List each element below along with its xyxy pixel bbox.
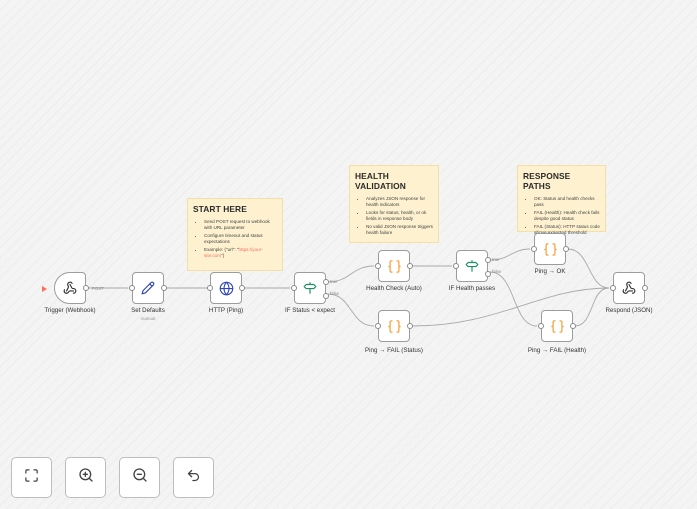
output-handle[interactable] bbox=[407, 323, 413, 329]
input-handle[interactable] bbox=[453, 263, 459, 269]
edge-ifhealth-false-failhealth bbox=[489, 271, 538, 327]
code-braces-icon bbox=[543, 242, 558, 257]
sticky-item: Example: {"url": "https://your-site.com"… bbox=[204, 247, 277, 259]
output-handle[interactable] bbox=[239, 285, 245, 291]
sticky-start-here[interactable]: START HERE Send POST request to webhook … bbox=[187, 198, 283, 271]
node-label: IF Status < expect bbox=[284, 307, 336, 314]
edge-failhealth-respond bbox=[574, 287, 610, 327]
sticky-item: OK: Status and health checks pass bbox=[534, 196, 600, 208]
webhook-icon bbox=[63, 281, 77, 295]
workflow-connections bbox=[88, 248, 610, 327]
output-handle[interactable] bbox=[407, 263, 413, 269]
output-handle-true[interactable] bbox=[485, 257, 491, 263]
zoom-out-icon bbox=[132, 467, 148, 488]
node-label: Health Check (Auto) bbox=[366, 285, 422, 292]
edge-label-true: true bbox=[330, 279, 338, 284]
undo-icon bbox=[186, 468, 201, 488]
sticky-item: Looks for status, health, or ok fields i… bbox=[366, 210, 433, 222]
edge-failstatus-respond bbox=[411, 287, 610, 327]
node-ping-ok[interactable] bbox=[531, 233, 569, 265]
node-label: HTTP (Ping) bbox=[208, 307, 244, 314]
node-label: IF Health passes bbox=[448, 285, 496, 292]
code-braces-icon bbox=[387, 259, 402, 274]
sticky-health-validation[interactable]: HEALTH VALIDATION Analyzes JSON response… bbox=[349, 165, 439, 243]
node-label: Ping → FAIL (Status) bbox=[365, 347, 423, 354]
edge-label-false: false bbox=[492, 269, 502, 274]
sticky-title: START HERE bbox=[193, 204, 247, 214]
zoom-in-button[interactable] bbox=[65, 457, 106, 498]
start-marker-icon bbox=[42, 286, 47, 292]
output-handle-false[interactable] bbox=[485, 271, 491, 277]
code-braces-icon bbox=[387, 319, 402, 334]
output-handle[interactable] bbox=[642, 285, 648, 291]
input-handle[interactable] bbox=[375, 323, 381, 329]
sticky-title: RESPONSE PATHS bbox=[523, 171, 571, 192]
input-handle[interactable] bbox=[610, 285, 616, 291]
node-set-defaults[interactable] bbox=[129, 272, 167, 304]
output-handle-true[interactable] bbox=[323, 279, 329, 285]
node-if-health[interactable] bbox=[453, 250, 491, 282]
node-if-status[interactable] bbox=[291, 272, 329, 304]
node-label: Ping → FAIL (Health) bbox=[527, 347, 587, 354]
node-health-check[interactable] bbox=[375, 250, 413, 282]
code-braces-icon bbox=[550, 319, 565, 334]
webhook-icon bbox=[622, 281, 636, 295]
fit-view-icon bbox=[24, 468, 39, 488]
sticky-item: Configure timeout and status expectation… bbox=[204, 233, 277, 245]
sticky-response-paths[interactable]: RESPONSE PATHS OK: Status and health che… bbox=[517, 165, 606, 235]
signpost-icon bbox=[303, 281, 317, 295]
input-handle[interactable] bbox=[129, 285, 135, 291]
node-label: Ping → OK bbox=[534, 268, 566, 275]
output-handle[interactable] bbox=[161, 285, 167, 291]
signpost-icon bbox=[465, 259, 479, 273]
node-subtitle: manual bbox=[140, 316, 156, 321]
pencil-icon bbox=[141, 281, 155, 295]
node-label: Trigger (Webhook) bbox=[44, 307, 96, 314]
sticky-item: No valid JSON response triggers health f… bbox=[366, 224, 433, 236]
node-label: Set Defaults bbox=[131, 307, 165, 314]
edge-label-true: true bbox=[492, 257, 500, 262]
node-http-ping[interactable] bbox=[207, 272, 245, 304]
output-handle[interactable] bbox=[563, 246, 569, 252]
zoom-in-icon bbox=[78, 467, 94, 488]
node-label: Respond (JSON) bbox=[605, 307, 653, 314]
sticky-title: HEALTH VALIDATION bbox=[355, 171, 406, 192]
node-ping-fail-health[interactable] bbox=[538, 310, 576, 342]
edge-label-false: false bbox=[330, 291, 340, 296]
example-suffix: "} bbox=[221, 253, 225, 259]
input-handle[interactable] bbox=[538, 323, 544, 329]
input-handle[interactable] bbox=[375, 263, 381, 269]
output-handle-false[interactable] bbox=[323, 293, 329, 299]
undo-button[interactable] bbox=[173, 457, 214, 498]
fit-view-button[interactable] bbox=[11, 457, 52, 498]
sticky-item: Send POST request to webhook with URL pa… bbox=[204, 219, 277, 231]
example-prefix: Example: {"url": " bbox=[204, 247, 239, 253]
output-handle[interactable] bbox=[83, 285, 89, 291]
node-trigger-webhook[interactable] bbox=[54, 272, 89, 304]
input-handle[interactable] bbox=[531, 246, 537, 252]
edge-ok-respond bbox=[567, 248, 610, 289]
input-handle[interactable] bbox=[207, 285, 213, 291]
sticky-item: FAIL (Health): Health check fails despit… bbox=[534, 210, 600, 222]
node-ping-fail-status[interactable] bbox=[375, 310, 413, 342]
sticky-item: Analyzes JSON response for health indica… bbox=[366, 196, 433, 208]
output-handle[interactable] bbox=[570, 323, 576, 329]
node-respond-json[interactable] bbox=[610, 272, 648, 304]
zoom-out-button[interactable] bbox=[119, 457, 160, 498]
input-handle[interactable] bbox=[291, 285, 297, 291]
globe-icon bbox=[219, 281, 234, 296]
edge-label-post: POST bbox=[92, 285, 104, 291]
